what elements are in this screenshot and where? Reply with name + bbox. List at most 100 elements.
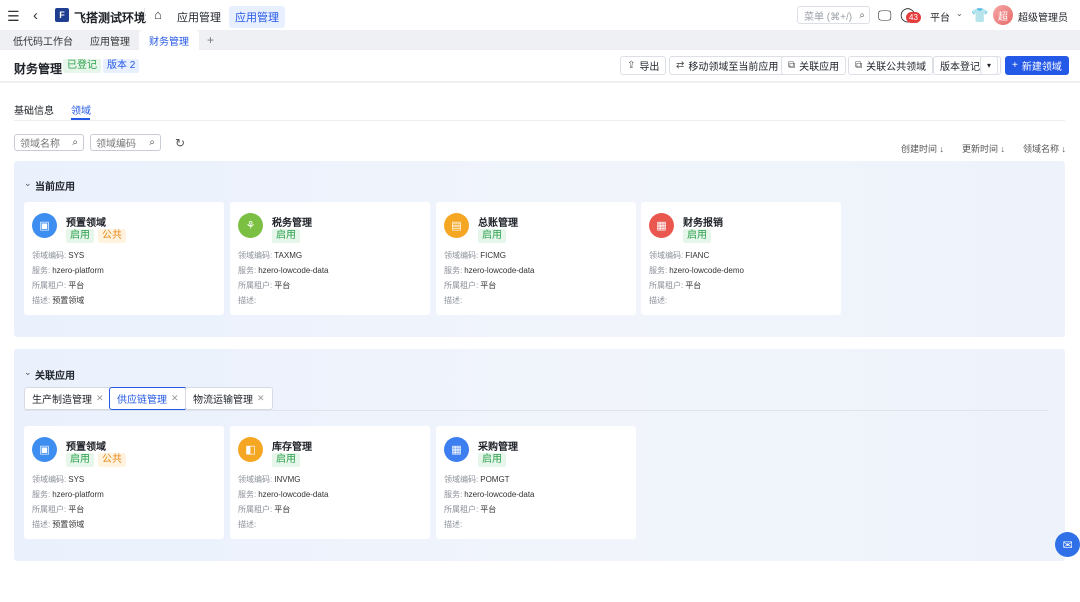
tab-finance-management[interactable]: 财务管理 <box>139 30 199 50</box>
field-label: 所属租户: <box>238 505 273 514</box>
page-title: 财务管理 <box>14 62 63 76</box>
field-value: FICMG <box>480 251 507 260</box>
move-domain-button[interactable]: ⇄ 移动领域至当前应用 <box>669 56 786 75</box>
field-label: 描述: <box>238 296 257 305</box>
field-label: 描述: <box>444 296 463 305</box>
user-name[interactable]: 超级管理员 <box>1018 9 1068 24</box>
field-value: 平台 <box>274 505 291 514</box>
refresh-icon[interactable]: ↻ <box>175 136 185 150</box>
sort-created-time[interactable]: 创建时间 ↓ <box>901 142 944 155</box>
tab-basic-info[interactable]: 基础信息 <box>14 102 54 117</box>
divider <box>14 120 1065 121</box>
export-button[interactable]: ⇪ 导出 <box>620 56 667 75</box>
domain-card[interactable]: ▦ 财务报销 启用 领域编码: FIANC 服务: hzero-lowcode-demo 所属… <box>641 202 841 315</box>
domain-name-search-input[interactable]: 领域名称 ⌕ <box>14 134 84 151</box>
swap-icon: ⇄ <box>676 60 685 71</box>
field-label: 所属租户: <box>444 505 479 514</box>
field-value: 平台 <box>68 281 85 290</box>
divider <box>24 410 1048 411</box>
card-field-service: 服务: hzero-lowcode-data <box>238 265 329 276</box>
back-icon[interactable]: ‹ <box>33 7 38 24</box>
field-value: SYS <box>68 251 85 260</box>
field-label: 服务: <box>32 266 51 275</box>
card-field-desc: 描述: <box>444 519 464 530</box>
field-value: 预置领域 <box>52 520 85 529</box>
collapse-chevron-icon[interactable]: ⌄ <box>24 367 32 378</box>
version-dropdown-chevron-icon[interactable]: ▾ <box>980 56 998 75</box>
card-field-tenant: 所属租户: 平台 <box>444 280 496 291</box>
box-icon: ◧ <box>238 437 263 462</box>
field-label: 服务: <box>32 490 51 499</box>
close-icon[interactable]: ✕ <box>257 393 265 404</box>
field-value: hzero-platform <box>52 266 104 275</box>
card-field-service: 服务: hzero-platform <box>32 265 104 276</box>
shirt-icon[interactable]: 👕 <box>971 7 988 24</box>
field-label: 服务: <box>444 490 463 499</box>
breadcrumb-item[interactable]: 应用管理 <box>171 6 227 28</box>
collapse-chevron-icon[interactable]: ⌄ <box>24 178 32 189</box>
add-tab-icon[interactable]: + <box>207 30 214 50</box>
field-label: 所属租户: <box>238 281 273 290</box>
domain-card[interactable]: ▦ 采购管理 启用 领域编码: POMGT 服务: hzero-lowcode-data 所属… <box>436 426 636 539</box>
tab-domain[interactable]: 领域 <box>71 102 91 117</box>
new-domain-button[interactable]: + 新建领域 <box>1005 56 1069 75</box>
chevron-down-icon[interactable]: ⌄ <box>956 9 963 18</box>
linked-app-tab-label: 供应链管理 <box>117 395 167 406</box>
menu-icon[interactable]: ☰ <box>7 8 20 25</box>
card-field-service: 服务: hzero-lowcode-data <box>444 489 535 500</box>
breadcrumb-item-active[interactable]: 应用管理 <box>229 6 285 28</box>
link-public-label: 关联公共领域 <box>866 62 927 73</box>
domain-card[interactable]: ▤ 总账管理 启用 领域编码: FICMG 服务: hzero-lowcode-data 所属… <box>436 202 636 315</box>
tenant-switch[interactable]: 平台 <box>930 9 950 24</box>
field-label: 领域编码: <box>649 251 684 260</box>
section-title: 当前应用 <box>35 182 75 193</box>
linked-app-tab[interactable]: 物流运输管理 ✕ <box>185 387 273 410</box>
status-badge: 启用 <box>272 229 300 243</box>
app-name: 飞搭测试环境 <box>74 11 147 25</box>
avatar[interactable]: 超 <box>993 5 1013 25</box>
close-icon[interactable]: ✕ <box>171 393 179 404</box>
linked-app-tab-label: 物流运输管理 <box>193 395 253 406</box>
linked-app-tab-active[interactable]: 供应链管理 ✕ <box>109 387 187 410</box>
domain-card[interactable]: ◧ 库存管理 启用 领域编码: INVMG 服务: hzero-lowcode-data 所属… <box>230 426 430 539</box>
link-app-button[interactable]: ⧉ 关联应用 <box>781 56 847 75</box>
divider <box>144 8 145 22</box>
field-label: 描述: <box>649 296 668 305</box>
tab-app-management[interactable]: 应用管理 <box>90 30 130 50</box>
domain-code-search-input[interactable]: 领域编码 ⌕ <box>90 134 161 151</box>
field-label: 描述: <box>32 296 51 305</box>
field-label: 所属租户: <box>32 505 67 514</box>
logo-icon: F <box>55 8 69 22</box>
home-icon[interactable]: ⌂ <box>154 7 162 22</box>
domain-name: 税务管理 <box>272 218 312 229</box>
status-badge: 启用 <box>478 453 506 467</box>
apps-icon: ▦ <box>444 437 469 462</box>
menu-search-input[interactable]: 菜单 (⌘+/) ⌕ <box>797 6 870 24</box>
screen-icon[interactable]: 🖵 <box>878 7 892 24</box>
field-value: 平台 <box>480 505 497 514</box>
tab-lowcode-workbench[interactable]: 低代码工作台 <box>13 30 73 50</box>
card-field-desc: 描述: 预置领域 <box>32 519 84 530</box>
sort-domain-name[interactable]: 领域名称 ↓ <box>1023 142 1066 155</box>
domain-card[interactable]: ▣ 预置领域 启用 公共 领域编码: SYS 服务: hzero-platform 所属租户: 平… <box>24 202 224 315</box>
domain-card[interactable]: ▣ 预置领域 启用 公共 领域编码: SYS 服务: hzero-platform 所属租户: 平… <box>24 426 224 539</box>
field-label: 服务: <box>444 266 463 275</box>
help-float-button[interactable]: ✉ <box>1055 532 1080 557</box>
linked-app-tab[interactable]: 生产制造管理 ✕ <box>24 387 112 410</box>
card-field-desc: 描述: <box>238 519 258 530</box>
card-field-code: 领域编码: SYS <box>32 250 84 261</box>
domain-card[interactable]: ⚘ 税务管理 启用 领域编码: TAXMG 服务: hzero-lowcode-data 所属… <box>230 202 430 315</box>
domain-name: 总账管理 <box>478 218 518 229</box>
link-icon: ⧉ <box>855 60 863 71</box>
link-public-domain-button[interactable]: ⧉ 关联公共领域 <box>848 56 934 75</box>
search-icon: ⌕ <box>859 9 865 21</box>
sort-updated-time[interactable]: 更新时间 ↓ <box>962 142 1005 155</box>
search-icon: ⌕ <box>149 137 155 148</box>
status-badge: 启用 <box>66 453 94 467</box>
field-value: hzero-lowcode-data <box>258 490 329 499</box>
field-label: 领域编码: <box>238 251 273 260</box>
close-icon[interactable]: ✕ <box>96 393 104 404</box>
monitor-icon: ▣ <box>32 213 57 238</box>
export-icon: ⇪ <box>627 60 636 71</box>
field-value: POMGT <box>480 475 510 484</box>
